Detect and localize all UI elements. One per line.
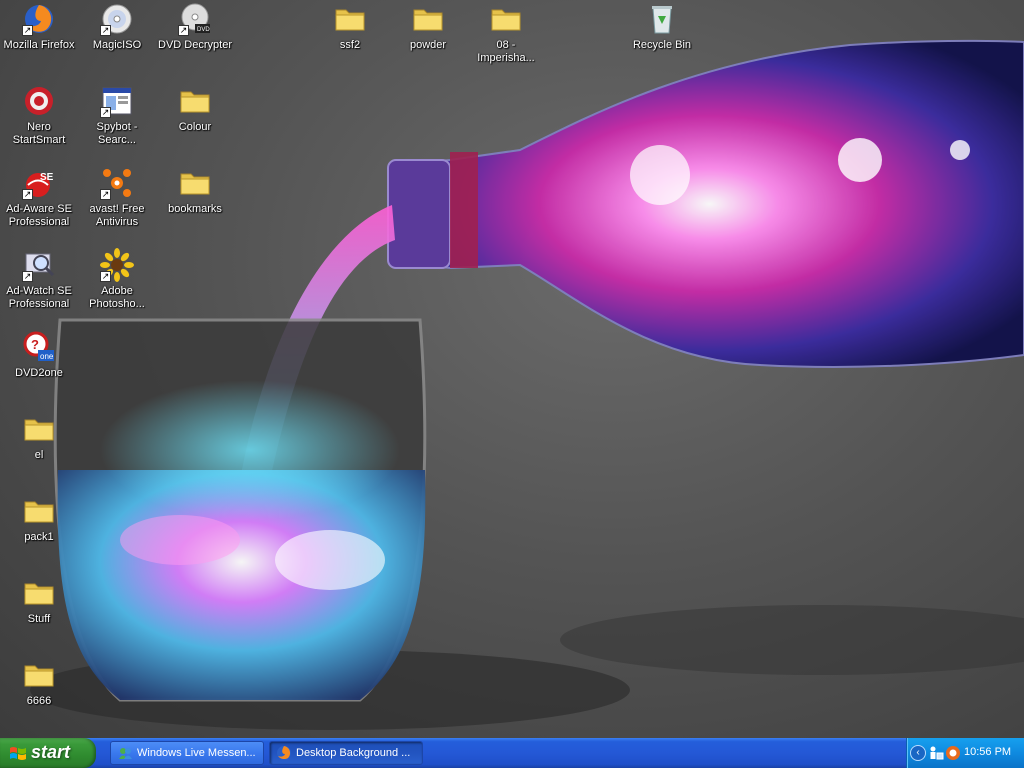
dvd2one-icon: ? one	[22, 330, 56, 364]
desktop-icon-recycle-bin[interactable]: Recycle Bin	[623, 2, 701, 52]
system-tray: ‹ 10:56 PM	[906, 738, 1024, 768]
svg-text:DVD: DVD	[197, 27, 210, 33]
adaware-icon: SE ↗	[22, 166, 56, 200]
svg-text:?: ?	[31, 337, 39, 352]
recycle-bin-icon	[645, 2, 679, 36]
desktop-icon-label: Ad-Watch SE Professional	[6, 285, 72, 310]
desktop-icon-label: bookmarks	[168, 203, 222, 215]
desktop-icon-label: powder	[409, 39, 447, 51]
desktop-icon-6666[interactable]: 6666	[0, 658, 78, 708]
shortcut-arrow-icon: ↗	[100, 25, 111, 36]
shortcut-arrow-icon: ↗	[100, 107, 111, 118]
shortcut-arrow-icon: ↗	[100, 189, 111, 200]
folder-icon	[178, 166, 212, 200]
task-label: Windows Live Messen...	[137, 747, 256, 759]
desktop-icon-ssf2[interactable]: ssf2	[311, 2, 389, 52]
desktop-icon-ad-aware-se-professional[interactable]: SE ↗ Ad-Aware SE Professional	[0, 166, 78, 229]
desktop-icon-ad-watch-se-professional[interactable]: ↗ Ad-Watch SE Professional	[0, 248, 78, 311]
clock[interactable]: 10:56 PM	[964, 746, 1011, 758]
firefox-icon: ↗	[22, 2, 56, 36]
desktop-icon-label: Stuff	[27, 613, 51, 625]
folder-icon	[489, 2, 523, 36]
dvd-icon: DVD ↗	[178, 2, 212, 36]
desktop-icon-stuff[interactable]: Stuff	[0, 576, 78, 626]
taskbar-button-messenger[interactable]: Windows Live Messen...	[110, 741, 264, 765]
update-icon[interactable]	[945, 745, 961, 761]
desktop-icon-pack1[interactable]: pack1	[0, 494, 78, 544]
desktop-icon-label: 6666	[26, 695, 52, 707]
desktop-icon-magiciso[interactable]: ↗ MagicISO	[78, 2, 156, 52]
folder-icon	[333, 2, 367, 36]
desktop-icon-label: pack1	[24, 531, 54, 543]
desktop-icon-label: ssf2	[339, 39, 361, 51]
task-label: Desktop Background ...	[296, 747, 411, 759]
spybot-icon: ↗	[100, 84, 134, 118]
shortcut-arrow-icon: ↗	[22, 271, 33, 282]
desktop-icon-adobe-photosho[interactable]: ↗ Adobe Photosho...	[78, 248, 156, 311]
disc-icon: ↗	[100, 2, 134, 36]
windows-logo-icon	[10, 747, 26, 760]
start-label: start	[31, 742, 71, 762]
firefox-icon	[277, 746, 291, 760]
desktop-icon-label: Ad-Aware SE Professional	[6, 203, 72, 228]
desktop-icon-colour[interactable]: Colour	[156, 84, 234, 134]
nero-icon	[22, 84, 56, 118]
desktop-icon-label: Adobe Photosho...	[89, 285, 145, 310]
desktop-icon-label: DVD2one	[15, 367, 63, 379]
shortcut-arrow-icon: ↗	[100, 271, 111, 282]
svg-text:one: one	[40, 352, 54, 361]
desktop-icon-label: Recycle Bin	[632, 39, 692, 51]
desktop-icon-el[interactable]: el	[0, 412, 78, 462]
desktop-icon-label: Spybot - Searc...	[96, 121, 138, 146]
taskbar-button-firefox[interactable]: Desktop Background ...	[269, 741, 423, 765]
shortcut-arrow-icon: ↗	[178, 25, 189, 36]
folder-icon	[22, 658, 56, 692]
network-users-icon[interactable]	[928, 745, 944, 761]
desktop-icon-spybot-searc[interactable]: ↗ Spybot - Searc...	[78, 84, 156, 147]
messenger-icon	[119, 748, 132, 759]
desktop-icon-label: MagicISO	[92, 39, 142, 51]
avast-icon: ↗	[100, 166, 134, 200]
desktop-icon-dvd2one[interactable]: ? one DVD2one	[0, 330, 78, 380]
desktop-icon-label: Nero StartSmart	[12, 121, 66, 146]
desktop-icon-label: el	[34, 449, 44, 461]
desktop-icon-bookmarks[interactable]: bookmarks	[156, 166, 234, 216]
desktop-icon-nero-startsmart[interactable]: Nero StartSmart	[0, 84, 78, 147]
folder-icon	[22, 576, 56, 610]
folder-icon	[22, 494, 56, 528]
desktop-icon-label: avast! Free Antivirus	[89, 203, 145, 228]
show-hidden-icons-button[interactable]: ‹	[910, 745, 926, 761]
desktop-icon-label: Colour	[178, 121, 212, 133]
start-button[interactable]: start	[0, 738, 96, 768]
folder-icon	[22, 412, 56, 446]
desktop-icon-label: DVD Decrypter	[158, 39, 232, 51]
desktop-icon-label: Mozilla Firefox	[3, 39, 75, 51]
desktop-icon-08-imperisha[interactable]: 08 - Imperisha...	[467, 2, 545, 65]
shortcut-arrow-icon: ↗	[22, 189, 33, 200]
desktop-icon-powder[interactable]: powder	[389, 2, 467, 52]
desktop-icon-label: 08 - Imperisha...	[477, 39, 535, 64]
shortcut-arrow-icon: ↗	[22, 25, 33, 36]
adwatch-icon: ↗	[22, 248, 56, 282]
desktop-icon-dvd-decrypter[interactable]: DVD ↗ DVD Decrypter	[156, 2, 234, 52]
desktop-icon-avast-free-antivirus[interactable]: ↗ avast! Free Antivirus	[78, 166, 156, 229]
folder-icon	[178, 84, 212, 118]
taskbar: start Windows Live Messen... Desktop Bac…	[0, 738, 1024, 768]
desktop-icon-mozilla-firefox[interactable]: ↗ Mozilla Firefox	[0, 2, 78, 52]
folder-icon	[411, 2, 445, 36]
photoshop-icon: ↗	[100, 248, 134, 282]
